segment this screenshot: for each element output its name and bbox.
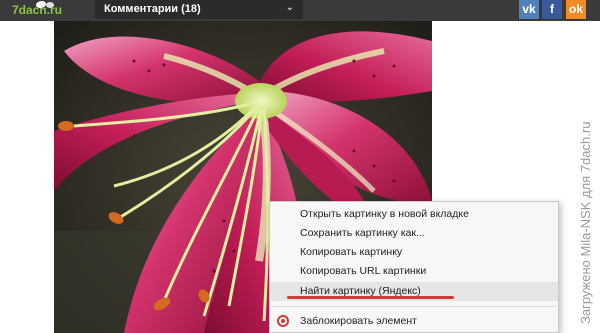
facebook-share-button[interactable]: f	[542, 0, 562, 19]
watermark: Загружено Mila-NSK для 7dach.ru	[578, 24, 598, 324]
comments-dropdown[interactable]: Комментарии (18) ⌄	[95, 0, 303, 19]
vk-icon: vk	[522, 2, 536, 16]
highlight-underline	[287, 296, 454, 299]
logo-leaf-icon	[46, 2, 54, 8]
odnoklassniki-share-button[interactable]: ok	[566, 0, 586, 19]
menu-item-save-image-as[interactable]: Сохранить картинку как...	[270, 224, 558, 243]
menu-item-copy-image-url[interactable]: Копировать URL картинки	[270, 262, 558, 281]
site-logo[interactable]: 7dach.ru	[2, 0, 64, 21]
watermark-text: Загружено Mila-NSK для 7dach.ru	[578, 121, 593, 324]
adblock-icon	[277, 315, 289, 327]
page: 7dach.ru Комментарии (18) ⌄ vk f ok Загр…	[0, 0, 600, 333]
menu-item-copy-image[interactable]: Копировать картинку	[270, 243, 558, 262]
menu-separator	[272, 306, 556, 307]
top-bar: 7dach.ru Комментарии (18) ⌄ vk f ok	[0, 0, 600, 21]
comments-label: Комментарии (18)	[104, 3, 201, 15]
facebook-icon: f	[550, 2, 554, 16]
context-menu: Открыть картинку в новой вкладке Сохрани…	[269, 201, 559, 333]
odnoklassniki-icon: ok	[568, 2, 583, 16]
chevron-down-icon: ⌄	[285, 2, 294, 13]
menu-item-open-image-new-tab[interactable]: Открыть картинку в новой вкладке	[270, 205, 558, 224]
vk-share-button[interactable]: vk	[519, 0, 539, 19]
menu-item-block-element[interactable]: Заблокировать элемент	[270, 312, 558, 331]
